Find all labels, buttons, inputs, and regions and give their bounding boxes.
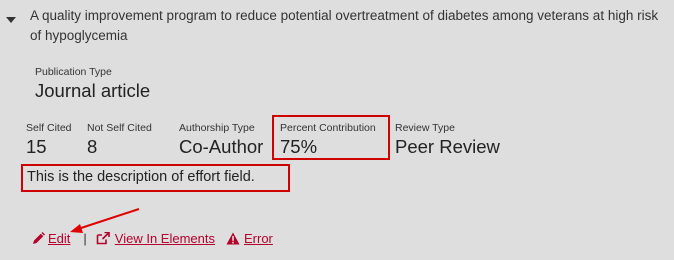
review-type-value: Peer Review [395,136,500,157]
view-in-elements-link[interactable]: View In Elements [96,231,215,246]
collapse-toggle-icon[interactable] [6,17,16,23]
self-cited-label: Self Cited [26,122,72,134]
edit-link-label[interactable]: Edit [48,231,70,246]
error-link-label[interactable]: Error [244,231,273,246]
action-bar: Edit | View In Elements Error [32,231,273,246]
external-link-icon [96,232,110,245]
review-type-label: Review Type [395,122,455,134]
self-cited-value: 15 [26,136,47,157]
action-separator: | [83,231,87,246]
authorship-type-label: Authorship Type [179,122,255,134]
authorship-type-value: Co-Author [179,136,264,157]
view-in-elements-label[interactable]: View In Elements [115,231,215,246]
publication-type-value: Journal article [35,80,151,101]
pencil-icon [33,232,45,244]
effort-description: This is the description of effort field. [27,169,255,185]
percent-contribution-value: 75% [280,136,318,157]
edit-link[interactable]: Edit [32,231,70,246]
warning-icon [226,232,240,245]
percent-contribution-label: Percent Contribution [280,122,376,134]
not-self-cited-value: 8 [87,136,98,157]
error-link[interactable]: Error [226,231,273,246]
publication-title: A quality improvement program to reduce … [30,8,659,43]
not-self-cited-label: Not Self Cited [87,122,152,134]
publication-type-label: Publication Type [35,66,112,78]
